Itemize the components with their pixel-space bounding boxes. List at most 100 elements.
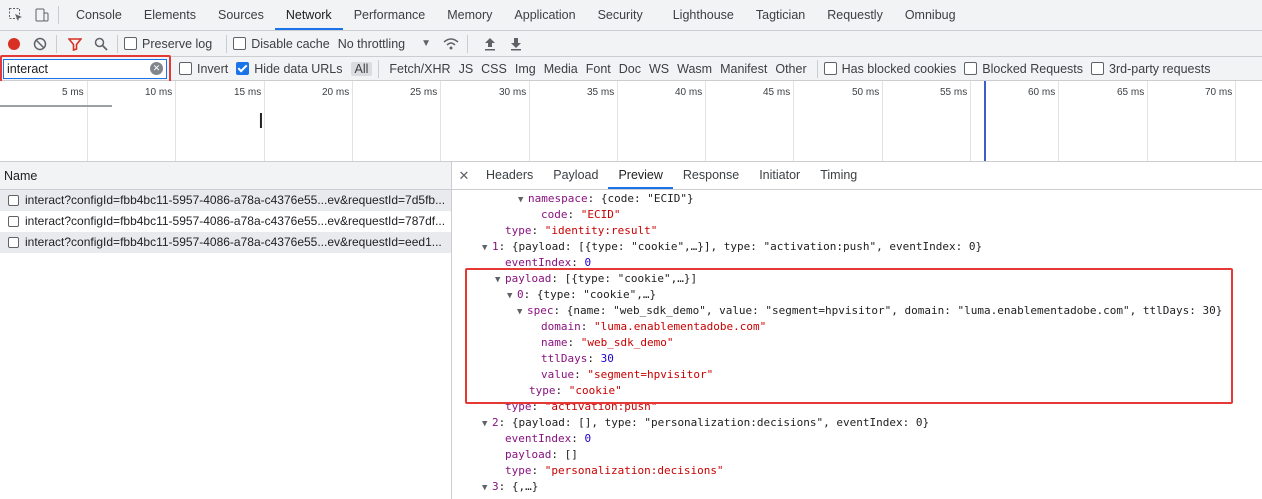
tab-network[interactable]: Network: [274, 0, 343, 30]
throttling-select[interactable]: No throttling ▼: [338, 37, 431, 51]
filter-type-css[interactable]: CSS: [477, 62, 511, 76]
tab-omnibug[interactable]: Omnibug: [894, 0, 967, 30]
inspect-element-icon[interactable]: [6, 5, 26, 25]
filter-icon[interactable]: [65, 34, 85, 54]
timeline-tick-label: 10 ms: [145, 87, 173, 98]
request-name: interact?configId=fbb4bc11-5957-4086-a78…: [25, 235, 442, 249]
device-toolbar-icon[interactable]: [32, 5, 52, 25]
filter-type-img[interactable]: Img: [511, 62, 540, 76]
checkbox-box[interactable]: [964, 62, 978, 75]
hide-data-urls-checkbox[interactable]: Hide data URLs: [236, 62, 343, 76]
filter-type-wasm[interactable]: Wasm: [673, 62, 716, 76]
tab-elements[interactable]: Elements: [133, 0, 207, 30]
timeline-bar: [0, 105, 112, 107]
request-row[interactable]: interact?configId=fbb4bc11-5957-4086-a78…: [0, 211, 451, 232]
preserve-log-label: Preserve log: [142, 36, 213, 51]
detail-tabs: ✕ Headers Payload Preview Response Initi…: [452, 162, 1262, 190]
checkbox-box[interactable]: [124, 37, 137, 50]
json-value: {,…}: [511, 480, 539, 493]
timeline-overview[interactable]: 5 ms 10 ms 15 ms 20 ms 25 ms 30 ms 35 ms 40 ms 4…: [0, 81, 1262, 162]
tab-lighthouse[interactable]: Lighthouse: [662, 0, 745, 30]
filter-type-all[interactable]: All: [350, 61, 373, 76]
filter-type-js[interactable]: JS: [455, 62, 478, 76]
disable-cache-label: Disable cache: [251, 36, 330, 51]
download-icon[interactable]: [506, 34, 526, 54]
tab-console[interactable]: Console: [65, 0, 133, 30]
filter-type-font[interactable]: Font: [582, 62, 615, 76]
request-row[interactable]: interact?configId=fbb4bc11-5957-4086-a78…: [0, 190, 451, 211]
json-key: type: [505, 224, 532, 237]
disable-cache-checkbox[interactable]: Disable cache: [233, 37, 330, 51]
checkbox-box[interactable]: [1091, 62, 1105, 75]
divider: [117, 34, 118, 53]
tab-initiator[interactable]: Initiator: [749, 162, 810, 189]
payload-highlight-box: [465, 268, 1233, 404]
tab-response[interactable]: Response: [673, 162, 749, 189]
tab-sources[interactable]: Sources: [207, 0, 275, 30]
checkbox-box[interactable]: [236, 62, 250, 75]
tab-memory[interactable]: Memory: [436, 0, 503, 30]
search-icon[interactable]: [91, 34, 111, 54]
close-icon[interactable]: ✕: [452, 168, 476, 184]
record-icon[interactable]: [4, 34, 24, 54]
json-value: {code: "ECID"}: [600, 192, 694, 205]
timeline-gridline: [529, 81, 530, 161]
filter-type-doc[interactable]: Doc: [615, 62, 645, 76]
expand-triangle-icon[interactable]: ▼: [482, 416, 492, 432]
request-list-pane: Name interact?configId=fbb4bc11-5957-408…: [0, 162, 452, 499]
tree-node[interactable]: ▼ namespace: {code: "ECID"}: [518, 191, 694, 207]
tab-preview[interactable]: Preview: [608, 162, 673, 189]
tab-tagtician[interactable]: Tagtician: [745, 0, 816, 30]
tree-node[interactable]: ▼ 2: {payload: [], type: "personalization…: [482, 415, 929, 431]
timeline-tick-label: 35 ms: [587, 87, 615, 98]
tree-node[interactable]: ▼ 1: {payload: [{type: "cookie",…}], type…: [482, 239, 982, 255]
json-value: "personalization:decisions": [544, 464, 724, 477]
tab-security[interactable]: Security: [587, 0, 654, 30]
timeline-tick-label: 25 ms: [410, 87, 438, 98]
name-column-header[interactable]: Name: [0, 162, 451, 190]
tab-performance[interactable]: Performance: [343, 0, 437, 30]
network-conditions-icon[interactable]: [441, 34, 461, 54]
json-key: 2: [492, 416, 499, 429]
divider: [378, 59, 380, 78]
filter-highlight-box: [0, 55, 171, 84]
tab-timing[interactable]: Timing: [810, 162, 867, 189]
expand-triangle-icon[interactable]: ▼: [482, 480, 492, 496]
filter-type-media[interactable]: Media: [540, 62, 582, 76]
checkbox-box[interactable]: [179, 62, 192, 75]
third-party-checkbox[interactable]: 3rd-party requests: [1091, 62, 1210, 76]
tab-requestly[interactable]: Requestly: [816, 0, 894, 30]
devtools-tab-bar: Console Elements Sources Network Perform…: [0, 0, 1262, 31]
tab-application[interactable]: Application: [503, 0, 586, 30]
throttling-value: No throttling: [337, 36, 406, 51]
filter-type-fetch-xhr[interactable]: Fetch/XHR: [385, 62, 454, 76]
timeline-gridline: [617, 81, 618, 161]
tree-node[interactable]: ▼ 3: {,…}: [482, 479, 538, 495]
request-name: interact?configId=fbb4bc11-5957-4086-a78…: [25, 214, 446, 228]
invert-checkbox[interactable]: Invert: [179, 62, 228, 76]
network-toolbar: Preserve log Disable cache No throttling…: [0, 31, 1262, 57]
divider: [467, 34, 469, 53]
filter-type-manifest[interactable]: Manifest: [716, 62, 771, 76]
upload-icon[interactable]: [480, 34, 500, 54]
checkbox-box[interactable]: [823, 62, 837, 75]
request-row[interactable]: interact?configId=fbb4bc11-5957-4086-a78…: [0, 232, 451, 253]
tab-headers[interactable]: Headers: [476, 162, 543, 189]
filter-type-ws[interactable]: WS: [645, 62, 673, 76]
blocked-cookies-label: Has blocked cookies: [841, 61, 957, 76]
expand-triangle-icon[interactable]: ▼: [518, 192, 528, 208]
expand-triangle-icon[interactable]: ▼: [482, 240, 492, 256]
tab-payload[interactable]: Payload: [543, 162, 608, 189]
json-value: {payload: [], type: "personalization:dec…: [511, 416, 930, 429]
checkbox-box[interactable]: [233, 37, 247, 50]
tree-node: type: "personalization:decisions": [505, 464, 724, 477]
preserve-log-checkbox[interactable]: Preserve log: [124, 37, 212, 51]
filter-type-other[interactable]: Other: [771, 62, 810, 76]
timeline-gridline: [882, 81, 883, 161]
blocked-cookies-checkbox[interactable]: Has blocked cookies: [823, 61, 957, 76]
blocked-requests-checkbox[interactable]: Blocked Requests: [964, 62, 1083, 76]
clear-icon[interactable]: [30, 34, 50, 54]
blocked-requests-label: Blocked Requests: [982, 61, 1084, 76]
timeline-gridline: [264, 81, 265, 161]
json-key: code: [541, 208, 568, 221]
